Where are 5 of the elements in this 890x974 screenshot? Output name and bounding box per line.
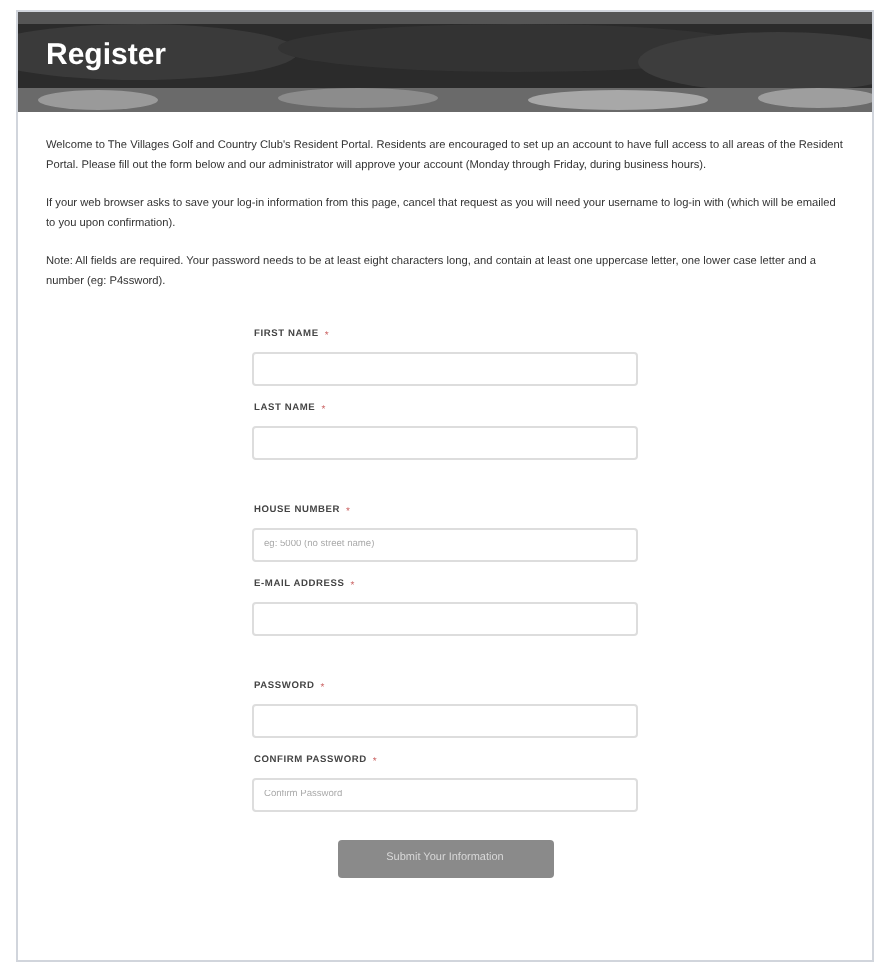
page-title: Register [46, 40, 167, 70]
input-field[interactable] [252, 602, 638, 636]
input-field[interactable] [252, 426, 638, 460]
input-field[interactable] [252, 352, 638, 386]
input-field[interactable] [252, 704, 638, 738]
